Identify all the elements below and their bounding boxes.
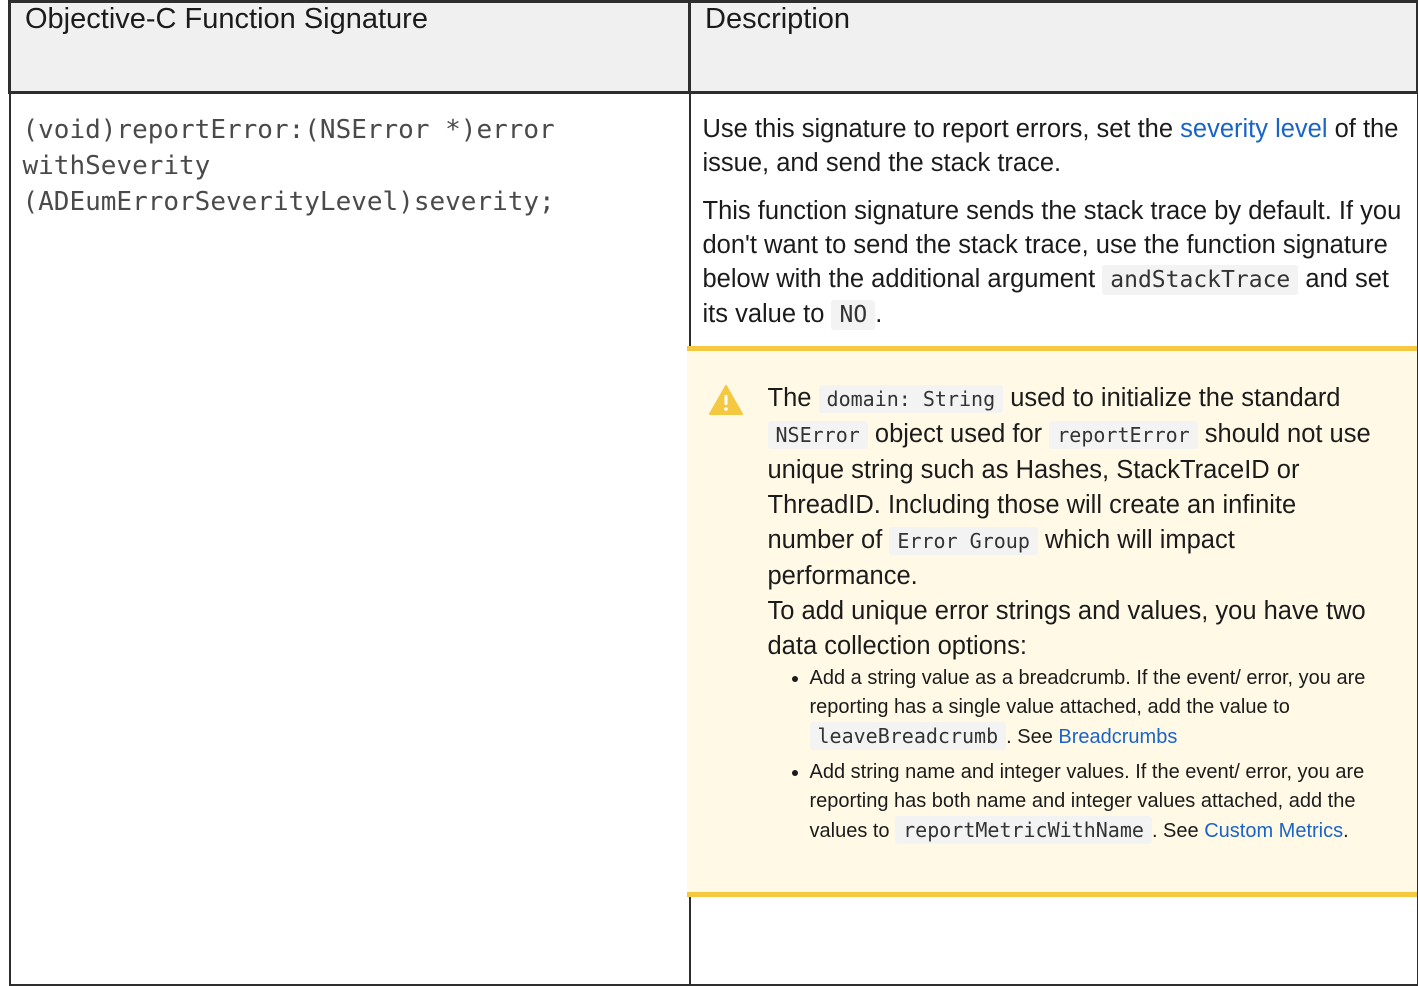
description-paragraph-1: Use this signature to report errors, set… <box>702 115 1399 177</box>
code-domain-string: domain: String <box>818 385 1004 413</box>
header-signature: Objective-C Function Signature <box>8 0 691 94</box>
signature-table: Objective-C Function Signature Descripti… <box>8 0 1418 986</box>
code-no: NO <box>831 300 876 330</box>
list-item: Add string name and integer values. If t… <box>810 758 1387 846</box>
warning-note: The domain: String used to initialize th… <box>686 346 1417 897</box>
code-leavebreadcrumb: leaveBreadcrumb <box>809 722 1007 750</box>
warning-icon <box>708 385 743 415</box>
options-list: Add a string value as a breadcrumb. If t… <box>768 664 1387 846</box>
code-reportmetricwithname: reportMetricWithName <box>895 816 1152 844</box>
list-item: Add a string value as a breadcrumb. If t… <box>809 664 1387 752</box>
code-reporterror: reportError <box>1049 421 1198 449</box>
table-row: (void)reportError:(NSError *)error withS… <box>8 91 1418 986</box>
function-signature: (void)reportError:(NSError *)error withS… <box>22 115 555 217</box>
custom-metrics-link[interactable]: Custom Metrics <box>1204 820 1343 842</box>
warning-text: The domain: String used to initialize th… <box>767 384 1371 590</box>
description-cell: Use this signature to report errors, set… <box>686 91 1418 986</box>
code-andstacktrace: andStackTrace <box>1102 265 1299 295</box>
severity-level-link[interactable]: severity level <box>1180 115 1327 143</box>
warning-options-intro: To add unique error strings and values, … <box>767 597 1366 660</box>
breadcrumbs-link[interactable]: Breadcrumbs <box>1058 726 1177 748</box>
code-nserror: NSError <box>767 421 868 449</box>
description-paragraph-2: This function signature sends the stack … <box>702 197 1402 330</box>
code-error-group: Error Group <box>889 527 1038 555</box>
header-description: Description <box>688 0 1418 94</box>
signature-cell: (void)reportError:(NSError *)error withS… <box>8 91 691 986</box>
header-row: Objective-C Function Signature Descripti… <box>8 0 1418 94</box>
